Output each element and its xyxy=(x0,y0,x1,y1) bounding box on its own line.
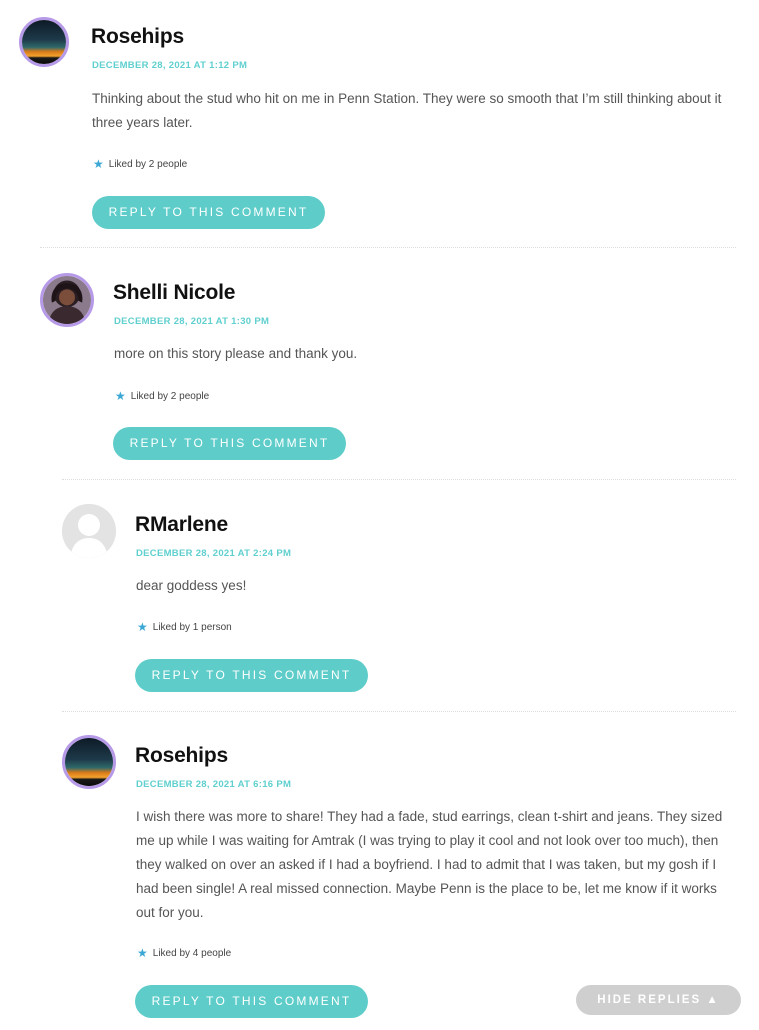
comment-author[interactable]: Rosehips xyxy=(135,744,228,768)
comment-body: I wish there was more to share! They had… xyxy=(136,809,723,920)
star-icon: ★ xyxy=(137,620,148,634)
comment-body: Thinking about the stud who hit on me in… xyxy=(92,91,722,130)
hide-replies-button[interactable]: HIDE REPLIES ▲ xyxy=(576,985,741,1015)
likes-indicator: ★ Liked by 1 person xyxy=(137,621,232,633)
likes-count: Liked by 2 people xyxy=(108,158,188,170)
likes-count: Liked by 4 people xyxy=(152,947,232,959)
comment-date[interactable]: DECEMBER 28, 2021 AT 1:30 PM xyxy=(114,316,269,327)
comment-date[interactable]: DECEMBER 28, 2021 AT 1:12 PM xyxy=(92,60,247,71)
likes-indicator: ★ Liked by 2 people xyxy=(115,390,209,402)
comment-date[interactable]: DECEMBER 28, 2021 AT 2:24 PM xyxy=(136,548,291,559)
comment-date[interactable]: DECEMBER 28, 2021 AT 6:16 PM xyxy=(136,779,291,790)
reply-button[interactable]: REPLY TO THIS COMMENT xyxy=(92,196,325,229)
comment-author[interactable]: Shelli Nicole xyxy=(113,281,235,305)
comment-divider xyxy=(40,247,736,248)
likes-indicator: ★ Liked by 2 people xyxy=(93,158,187,170)
comment-divider xyxy=(62,711,736,712)
sunset-avatar-icon[interactable] xyxy=(62,735,116,789)
star-icon: ★ xyxy=(115,389,126,403)
star-icon: ★ xyxy=(93,157,104,171)
reply-button[interactable]: REPLY TO THIS COMMENT xyxy=(135,659,368,692)
comment-body: dear goddess yes! xyxy=(136,578,247,593)
reply-button[interactable]: REPLY TO THIS COMMENT xyxy=(113,427,346,460)
comment-body: more on this story please and thank you. xyxy=(114,346,358,361)
likes-count: Liked by 1 person xyxy=(152,621,232,633)
user-photo-avatar-icon[interactable] xyxy=(40,273,94,327)
reply-button[interactable]: REPLY TO THIS COMMENT xyxy=(135,985,368,1018)
comment-author[interactable]: RMarlene xyxy=(135,513,228,537)
comment-author[interactable]: Rosehips xyxy=(91,25,184,49)
likes-count: Liked by 2 people xyxy=(130,390,210,402)
likes-indicator: ★ Liked by 4 people xyxy=(137,947,231,959)
sunset-avatar-icon[interactable] xyxy=(19,17,69,67)
star-icon: ★ xyxy=(137,946,148,960)
comment-divider xyxy=(62,479,736,480)
default-user-avatar-icon[interactable] xyxy=(62,504,116,558)
